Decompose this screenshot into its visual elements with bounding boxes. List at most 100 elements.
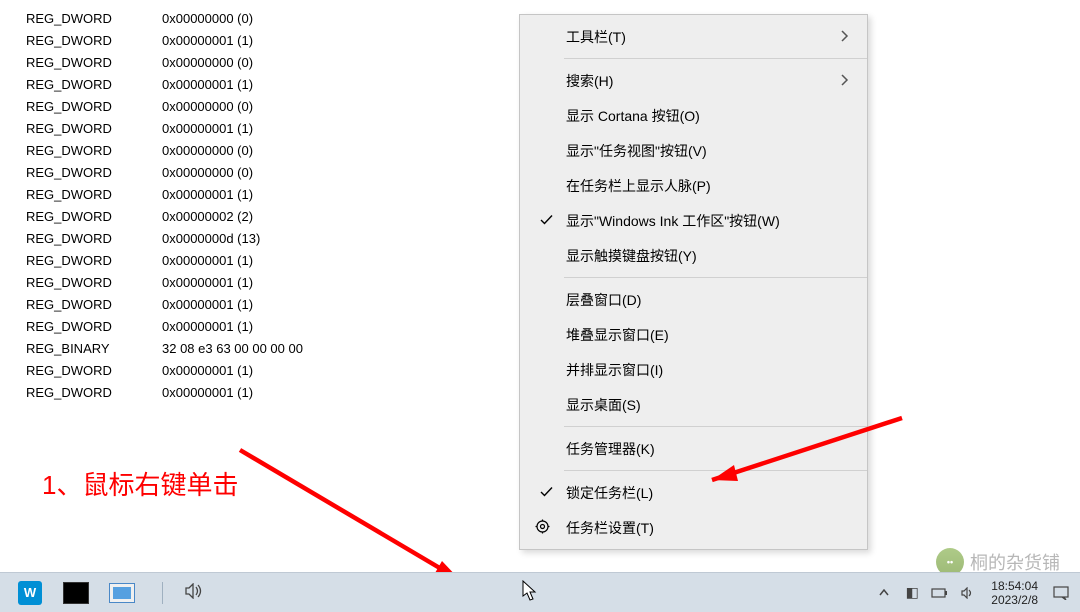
registry-row[interactable]: REG_DWORD0x00000001 (1)	[26, 74, 520, 96]
menu-item-search[interactable]: 搜索(H)	[520, 63, 867, 98]
registry-value: 0x00000000 (0)	[162, 52, 520, 74]
taskbar-app-cmd[interactable]	[58, 578, 94, 608]
menu-label: 并排显示窗口(I)	[566, 360, 663, 380]
registry-type: REG_DWORD	[26, 140, 162, 162]
taskbar-context-menu: 工具栏(T) 搜索(H) 显示 Cortana 按钮(O) 显示"任务视图"按钮…	[519, 14, 868, 550]
menu-label: 搜索(H)	[566, 71, 613, 91]
registry-row[interactable]: REG_DWORD0x00000002 (2)	[26, 206, 520, 228]
tray-chevron-up[interactable]	[873, 582, 895, 604]
registry-type: REG_DWORD	[26, 52, 162, 74]
tray-battery-icon[interactable]	[929, 582, 951, 604]
chevron-right-icon	[841, 73, 849, 89]
menu-label: 锁定任务栏(L)	[566, 483, 653, 503]
menu-item-lock-taskbar[interactable]: 锁定任务栏(L)	[520, 475, 867, 510]
registry-type: REG_DWORD	[26, 118, 162, 140]
menu-label: 工具栏(T)	[566, 27, 626, 47]
menu-label: 显示"任务视图"按钮(V)	[566, 141, 707, 161]
registry-value: 0x00000001 (1)	[162, 250, 520, 272]
taskbar-app-wps[interactable]: W	[12, 578, 48, 608]
registry-list: REG_DWORD0x00000000 (0)REG_DWORD0x000000…	[0, 0, 520, 404]
taskbar-separator	[162, 582, 163, 604]
registry-value: 0x00000001 (1)	[162, 272, 520, 294]
registry-value: 0x00000000 (0)	[162, 162, 520, 184]
registry-row[interactable]: REG_DWORD0x00000001 (1)	[26, 382, 520, 404]
registry-row[interactable]: REG_DWORD0x00000001 (1)	[26, 272, 520, 294]
registry-row[interactable]: REG_DWORD0x00000001 (1)	[26, 118, 520, 140]
registry-value: 0x0000000d (13)	[162, 228, 520, 250]
explorer-icon	[109, 583, 135, 603]
registry-value: 0x00000001 (1)	[162, 360, 520, 382]
registry-row[interactable]: REG_DWORD0x00000000 (0)	[26, 140, 520, 162]
menu-label: 任务栏设置(T)	[566, 518, 654, 538]
registry-row[interactable]: REG_DWORD0x00000000 (0)	[26, 8, 520, 30]
registry-type: REG_BINARY	[26, 338, 162, 360]
menu-label: 显示触摸键盘按钮(Y)	[566, 246, 697, 266]
registry-value: 0x00000001 (1)	[162, 118, 520, 140]
registry-type: REG_DWORD	[26, 272, 162, 294]
registry-row[interactable]: REG_DWORD0x00000001 (1)	[26, 250, 520, 272]
registry-type: REG_DWORD	[26, 294, 162, 316]
check-icon	[538, 213, 554, 229]
tray-notification-icon[interactable]	[1050, 582, 1072, 604]
wps-icon: W	[18, 581, 42, 605]
registry-row[interactable]: REG_DWORD0x00000000 (0)	[26, 162, 520, 184]
menu-item-task-manager[interactable]: 任务管理器(K)	[520, 431, 867, 466]
registry-value: 0x00000002 (2)	[162, 206, 520, 228]
registry-row[interactable]: REG_DWORD0x00000000 (0)	[26, 96, 520, 118]
registry-type: REG_DWORD	[26, 30, 162, 52]
mouse-cursor-icon	[522, 580, 538, 608]
gear-icon	[535, 519, 550, 537]
registry-type: REG_DWORD	[26, 8, 162, 30]
registry-value: 0x00000000 (0)	[162, 96, 520, 118]
menu-separator	[564, 426, 867, 427]
menu-item-stacked[interactable]: 堆叠显示窗口(E)	[520, 317, 867, 352]
annotation-step-1: 1、鼠标右键单击	[42, 465, 238, 502]
menu-item-show-ink[interactable]: 显示"Windows Ink 工作区"按钮(W)	[520, 203, 867, 238]
volume-icon[interactable]	[185, 583, 203, 603]
tray-speaker-icon[interactable]	[957, 582, 979, 604]
menu-item-toolbar[interactable]: 工具栏(T)	[520, 19, 867, 54]
taskbar: W ◧ 18:54:04 2023/2/8	[0, 572, 1080, 612]
registry-value: 0x00000001 (1)	[162, 184, 520, 206]
menu-item-show-keyboard[interactable]: 显示触摸键盘按钮(Y)	[520, 238, 867, 273]
chevron-right-icon	[841, 29, 849, 45]
taskbar-clock[interactable]: 18:54:04 2023/2/8	[985, 579, 1044, 607]
registry-type: REG_DWORD	[26, 382, 162, 404]
menu-item-show-people[interactable]: 在任务栏上显示人脉(P)	[520, 168, 867, 203]
clock-date: 2023/2/8	[991, 593, 1038, 607]
registry-type: REG_DWORD	[26, 96, 162, 118]
cmd-icon	[63, 582, 89, 604]
registry-type: REG_DWORD	[26, 162, 162, 184]
registry-row[interactable]: REG_DWORD0x00000001 (1)	[26, 360, 520, 382]
registry-type: REG_DWORD	[26, 228, 162, 250]
menu-separator	[564, 470, 867, 471]
menu-label: 层叠窗口(D)	[566, 290, 641, 310]
registry-row[interactable]: REG_BINARY32 08 e3 63 00 00 00 00	[26, 338, 520, 360]
clock-time: 18:54:04	[991, 579, 1038, 593]
registry-row[interactable]: REG_DWORD0x0000000d (13)	[26, 228, 520, 250]
menu-label: 堆叠显示窗口(E)	[566, 325, 669, 345]
registry-type: REG_DWORD	[26, 360, 162, 382]
menu-item-sidebyside[interactable]: 并排显示窗口(I)	[520, 352, 867, 387]
menu-item-show-desktop[interactable]: 显示桌面(S)	[520, 387, 867, 422]
registry-type: REG_DWORD	[26, 184, 162, 206]
registry-type: REG_DWORD	[26, 316, 162, 338]
menu-separator	[564, 58, 867, 59]
registry-value: 0x00000000 (0)	[162, 8, 520, 30]
menu-label: 任务管理器(K)	[566, 439, 655, 459]
registry-row[interactable]: REG_DWORD0x00000000 (0)	[26, 52, 520, 74]
menu-label: 显示桌面(S)	[566, 395, 641, 415]
registry-type: REG_DWORD	[26, 74, 162, 96]
menu-item-cascade[interactable]: 层叠窗口(D)	[520, 282, 867, 317]
menu-item-taskbar-settings[interactable]: 任务栏设置(T)	[520, 510, 867, 545]
registry-type: REG_DWORD	[26, 206, 162, 228]
registry-value: 0x00000001 (1)	[162, 30, 520, 52]
registry-row[interactable]: REG_DWORD0x00000001 (1)	[26, 316, 520, 338]
registry-row[interactable]: REG_DWORD0x00000001 (1)	[26, 184, 520, 206]
registry-row[interactable]: REG_DWORD0x00000001 (1)	[26, 294, 520, 316]
menu-item-show-cortana[interactable]: 显示 Cortana 按钮(O)	[520, 98, 867, 133]
registry-row[interactable]: REG_DWORD0x00000001 (1)	[26, 30, 520, 52]
taskbar-app-explorer[interactable]	[104, 578, 140, 608]
menu-item-show-taskview[interactable]: 显示"任务视图"按钮(V)	[520, 133, 867, 168]
tray-app-icon[interactable]: ◧	[901, 582, 923, 604]
